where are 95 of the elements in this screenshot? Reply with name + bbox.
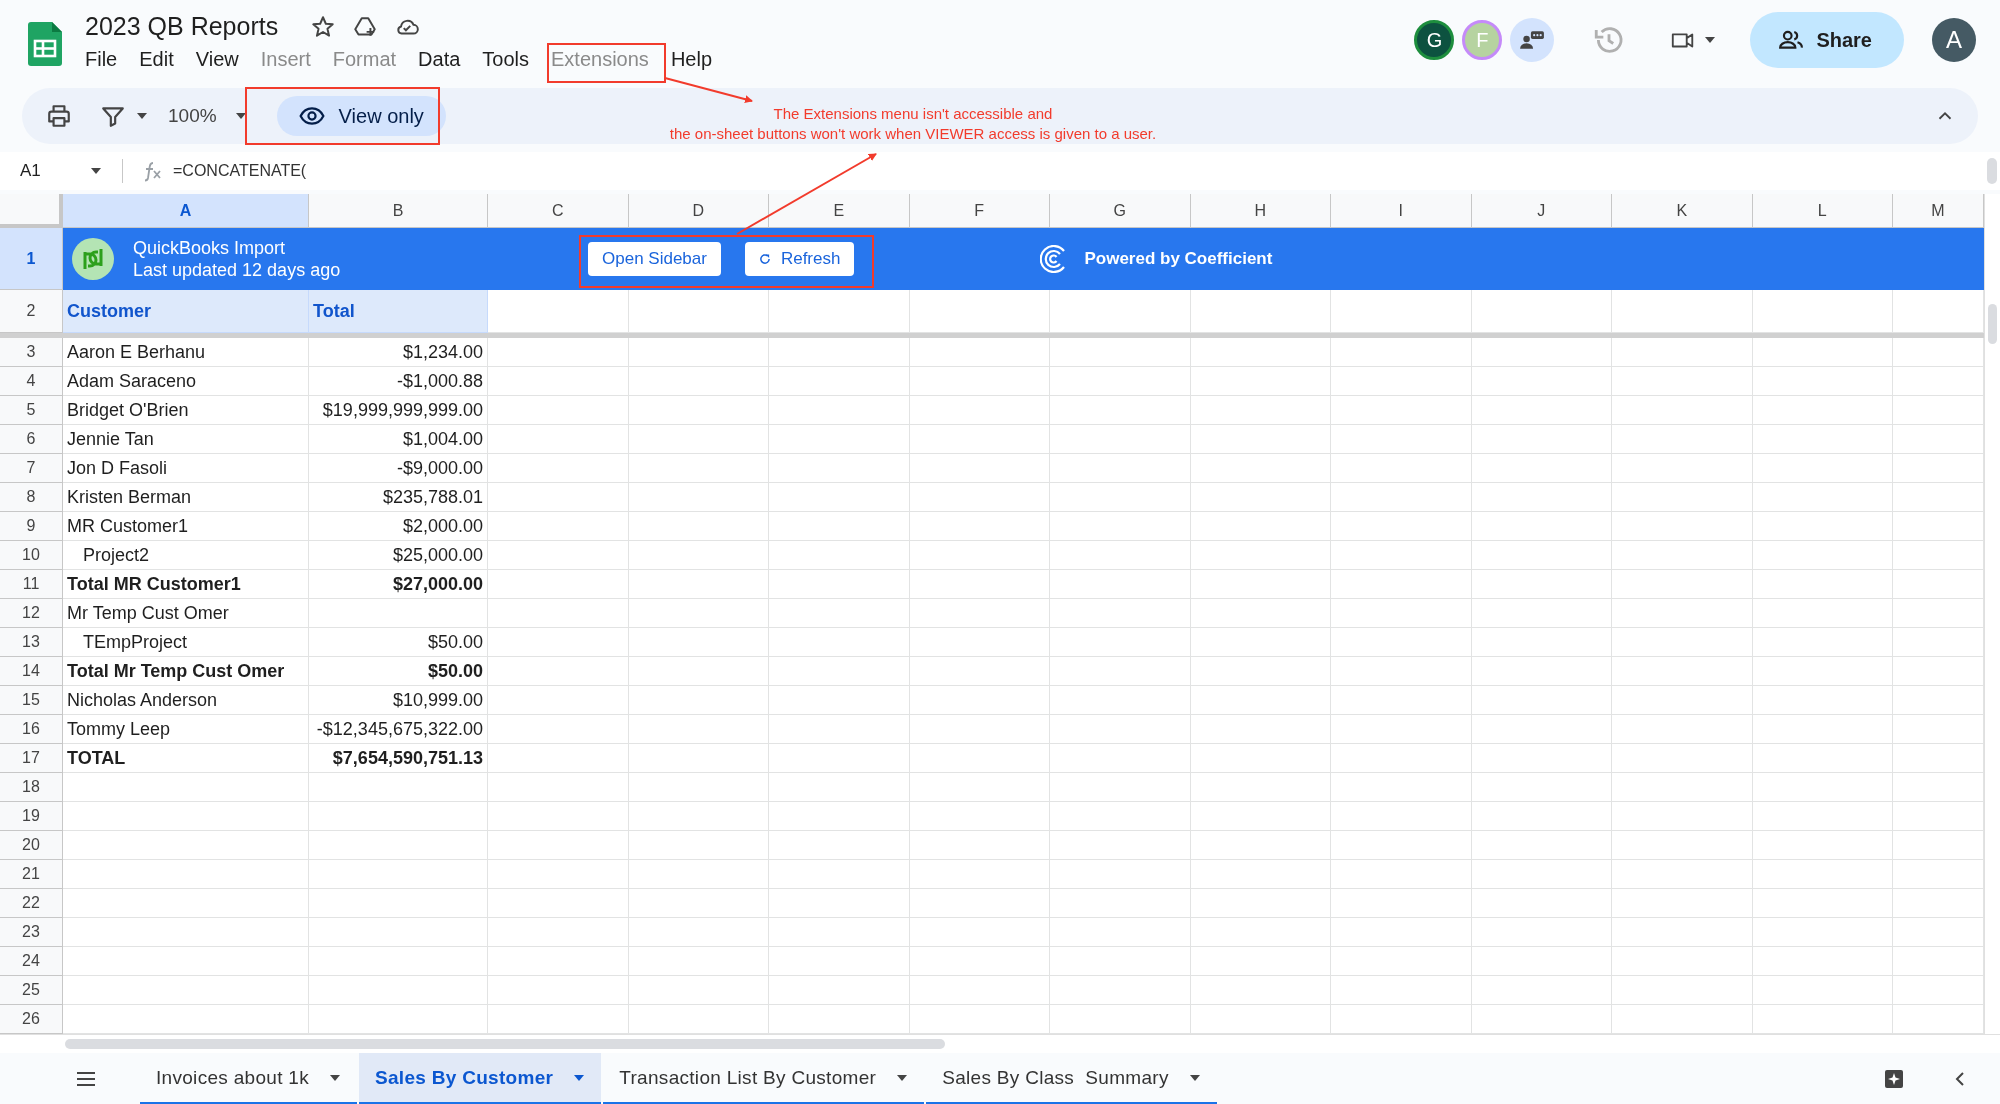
annotation-text: The Extensions menu isn't accessible and: [772, 104, 1054, 124]
banner-credit: Powered by Coefficient: [1084, 249, 1273, 269]
account-avatar[interactable]: A: [1932, 18, 1976, 62]
menu-item[interactable]: Data: [407, 45, 472, 74]
table-cell: Tommy Leep: [63, 715, 309, 744]
table-cell: Adam Saraceno: [63, 367, 309, 396]
sheet-tab[interactable]: Invoices about 1k: [140, 1053, 357, 1104]
row-header[interactable]: 10: [0, 541, 63, 570]
row-header[interactable]: 21: [0, 860, 63, 889]
column-header[interactable]: K: [1612, 194, 1753, 228]
table-cell: Jennie Tan: [63, 425, 309, 454]
column-header[interactable]: D: [628, 194, 769, 228]
row-header[interactable]: 2: [0, 290, 63, 333]
row-header[interactable]: 13: [0, 628, 63, 657]
row-header[interactable]: 9: [0, 512, 63, 541]
table-cell: Jon D Fasoli: [63, 454, 309, 483]
row-header[interactable]: 17: [0, 744, 63, 773]
table-cell: TOTAL: [63, 744, 309, 773]
table-cell: Bridget O'Brien: [63, 396, 309, 425]
document-title[interactable]: 2023 QB Reports: [85, 12, 279, 41]
table-cell: $10,999.00: [309, 686, 488, 715]
row-header[interactable]: 1: [0, 228, 63, 290]
row-header[interactable]: 16: [0, 715, 63, 744]
column-header[interactable]: F: [909, 194, 1050, 228]
row-header[interactable]: 18: [0, 773, 63, 802]
column-header[interactable]: L: [1752, 194, 1893, 228]
column-header[interactable]: B: [309, 194, 488, 228]
row-header[interactable]: 23: [0, 918, 63, 947]
column-title-cell: Customer: [63, 290, 309, 333]
row-header[interactable]: 12: [0, 599, 63, 628]
menu-item[interactable]: Help: [659, 45, 723, 74]
menu-item[interactable]: Edit: [128, 45, 185, 74]
row-header[interactable]: 20: [0, 831, 63, 860]
table-cell: $27,000.00: [309, 570, 488, 599]
menu-item[interactable]: Tools: [471, 45, 541, 74]
row-header[interactable]: 7: [0, 454, 63, 483]
row-header[interactable]: 14: [0, 657, 63, 686]
banner-subtitle: Last updated 12 days ago: [133, 259, 342, 281]
name-box[interactable]: A1: [20, 161, 90, 181]
view-only-button[interactable]: View only: [276, 96, 446, 136]
column-header[interactable]: A: [63, 194, 309, 228]
menu-item[interactable]: File: [74, 45, 129, 74]
table-cell: $25,000.00: [309, 541, 488, 570]
sidebar-button[interactable]: Open Sidebar: [588, 242, 721, 276]
table-cell: Kristen Berman: [63, 483, 309, 512]
zoom-select[interactable]: 100%: [168, 105, 217, 127]
user-avatar[interactable]: G: [1414, 20, 1455, 60]
sheet-tab[interactable]: Sales By Class Summary: [926, 1053, 1217, 1104]
table-cell: MR Customer1: [63, 512, 309, 541]
row-header[interactable]: 3: [0, 338, 63, 367]
row-header[interactable]: 26: [0, 1005, 63, 1034]
row-header[interactable]: 25: [0, 976, 63, 1005]
table-cell: -$9,000.00: [309, 454, 488, 483]
table-cell: $19,999,999,999.00: [309, 396, 488, 425]
row-header[interactable]: 8: [0, 483, 63, 512]
sheet-tab[interactable]: Sales By Customer: [359, 1053, 602, 1104]
annotation-text: the on-sheet buttons won't work when VIEWER access is given to a user.: [668, 124, 1158, 144]
row-header[interactable]: 6: [0, 425, 63, 454]
table-cell: $2,000.00: [309, 512, 488, 541]
column-header[interactable]: H: [1190, 194, 1331, 228]
refresh-button[interactable]: Refresh: [744, 242, 855, 276]
table-cell: $1,234.00: [309, 338, 488, 367]
table-cell: $50.00: [309, 657, 488, 686]
table-cell: Nicholas Anderson: [63, 686, 309, 715]
share-button[interactable]: Share: [1750, 12, 1904, 68]
table-cell: Total Mr Temp Cust Omer: [63, 657, 309, 686]
table-cell: -$12,345,675,322.00: [309, 715, 488, 744]
table-cell: $7,654,590,751.13: [309, 744, 488, 773]
column-header[interactable]: I: [1331, 194, 1472, 228]
column-title-cell: Total: [309, 290, 488, 333]
row-header[interactable]: 15: [0, 686, 63, 715]
banner-title: QuickBooks Import: [133, 237, 287, 259]
row-header[interactable]: 19: [0, 802, 63, 831]
column-header[interactable]: C: [488, 194, 629, 228]
table-cell: TEmpProject: [63, 628, 309, 657]
table-cell: $50.00: [309, 628, 488, 657]
column-header[interactable]: G: [1050, 194, 1191, 228]
table-cell: -$1,000.88: [309, 367, 488, 396]
formula-field[interactable]: =CONCATENATE(: [173, 162, 307, 180]
column-header[interactable]: J: [1471, 194, 1612, 228]
row-header[interactable]: 11: [0, 570, 63, 599]
table-cell: $235,788.01: [309, 483, 488, 512]
table-cell: Total MR Customer1: [63, 570, 309, 599]
row-header[interactable]: 22: [0, 889, 63, 918]
row-header[interactable]: 4: [0, 367, 63, 396]
row-header[interactable]: 5: [0, 396, 63, 425]
menu-item[interactable]: View: [184, 45, 250, 74]
table-cell: $1,004.00: [309, 425, 488, 454]
table-cell: Aaron E Berhanu: [63, 338, 309, 367]
row-header[interactable]: 24: [0, 947, 63, 976]
table-cell: Project2: [63, 541, 309, 570]
sheet-tab[interactable]: Transaction List By Customer: [603, 1053, 925, 1104]
column-header[interactable]: E: [769, 194, 910, 228]
table-cell: Mr Temp Cust Omer: [63, 599, 309, 628]
column-header[interactable]: M: [1893, 194, 1984, 228]
